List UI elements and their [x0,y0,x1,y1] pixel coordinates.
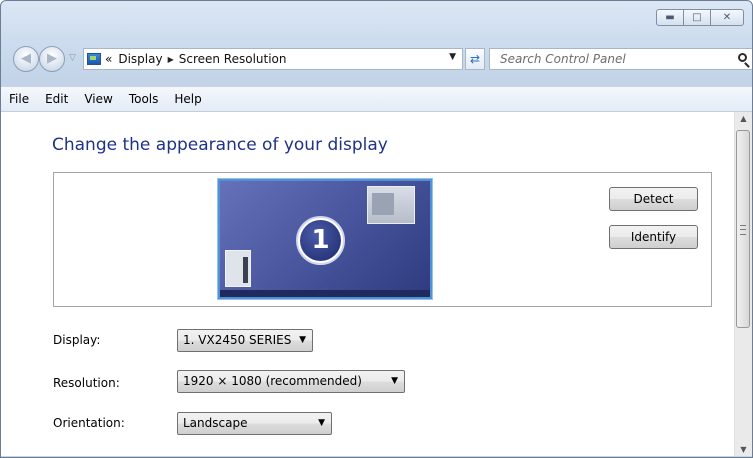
close-icon: ✕ [722,12,732,23]
scroll-up-icon[interactable]: ▲ [735,114,752,123]
breadcrumb-screen-resolution[interactable]: Screen Resolution [179,52,287,66]
monitor-taskbar [220,290,430,297]
menu-file[interactable]: File [1,92,37,106]
back-button[interactable]: ◀ [13,46,39,72]
search-icon[interactable] [738,53,747,62]
resolution-label: Resolution: [53,376,120,390]
menu-tools[interactable]: Tools [121,92,167,106]
display-label: Display: [53,333,101,347]
back-arrow-icon: ◀ [21,51,31,66]
resolution-select-value: 1920 × 1080 (recommended) [183,374,362,388]
vertical-scrollbar[interactable]: ▲ ▼ [734,112,752,456]
orientation-select-value: Landscape [183,416,248,430]
minimize-icon: ▬ [665,12,675,23]
detect-button[interactable]: Detect [609,187,698,211]
scroll-down-icon[interactable]: ▼ [735,445,752,454]
resolution-select[interactable]: 1920 × 1080 (recommended) ▼ [177,370,405,393]
menu-edit[interactable]: Edit [37,92,76,106]
address-dropdown-icon[interactable]: ▼ [449,52,456,62]
forward-button[interactable]: ▶ [39,46,65,72]
page-title: Change the appearance of your display [52,135,388,155]
monitor-arrangement-panel: 1 Detect Identify [53,172,712,307]
caption-buttons: ▬ □ ✕ [656,9,744,26]
display-select-value: 1. VX2450 SERIES [183,333,292,347]
monitor-1[interactable]: 1 [218,179,432,299]
close-button[interactable]: ✕ [710,9,744,26]
forward-arrow-icon: ▶ [47,51,57,66]
search-box[interactable]: Search Control Panel [489,48,752,70]
grip-icon [740,225,746,235]
maximize-button[interactable]: □ [683,9,711,26]
menu-help[interactable]: Help [166,92,209,106]
minimize-button[interactable]: ▬ [656,9,684,26]
breadcrumb-display[interactable]: Display [118,52,162,66]
display-select[interactable]: 1. VX2450 SERIES ▼ [177,329,313,352]
chevron-down-icon: ▼ [318,418,325,428]
monitor-number: 1 [300,220,341,261]
chevron-down-icon: ▼ [391,376,398,386]
refresh-button[interactable]: ⇄ [465,48,485,70]
refresh-icon: ⇄ [469,52,481,66]
orientation-label: Orientation: [53,416,125,430]
content-pane: Change the appearance of your display 1 … [1,112,752,456]
monitor-gadget-thumbnail [225,250,251,287]
search-input[interactable]: Search Control Panel [500,52,626,66]
control-panel-icon [87,53,101,65]
orientation-select[interactable]: Landscape ▼ [177,412,332,435]
address-bar[interactable]: « Display ▶ Screen Resolution ▼ [83,48,463,70]
monitor-number-badge: 1 [296,216,345,265]
breadcrumb-separator-icon[interactable]: ▶ [168,55,174,64]
control-panel-window: ▬ □ ✕ ◀ ▶ ▽ « Display ▶ Screen Resolutio… [0,0,753,458]
scrollbar-thumb[interactable] [736,130,750,328]
breadcrumb-overflow[interactable]: « [105,52,112,66]
identify-button[interactable]: Identify [609,225,698,249]
monitor-window-thumbnail [367,186,415,224]
maximize-icon: □ [692,12,702,23]
chevron-down-icon: ▼ [299,335,306,345]
navigation-bar: ◀ ▶ ▽ « Display ▶ Screen Resolution ▼ ⇄ … [13,45,752,73]
recent-pages-dropdown[interactable]: ▽ [69,53,76,63]
menu-view[interactable]: View [76,92,120,106]
menu-bar: File Edit View Tools Help [1,87,752,112]
